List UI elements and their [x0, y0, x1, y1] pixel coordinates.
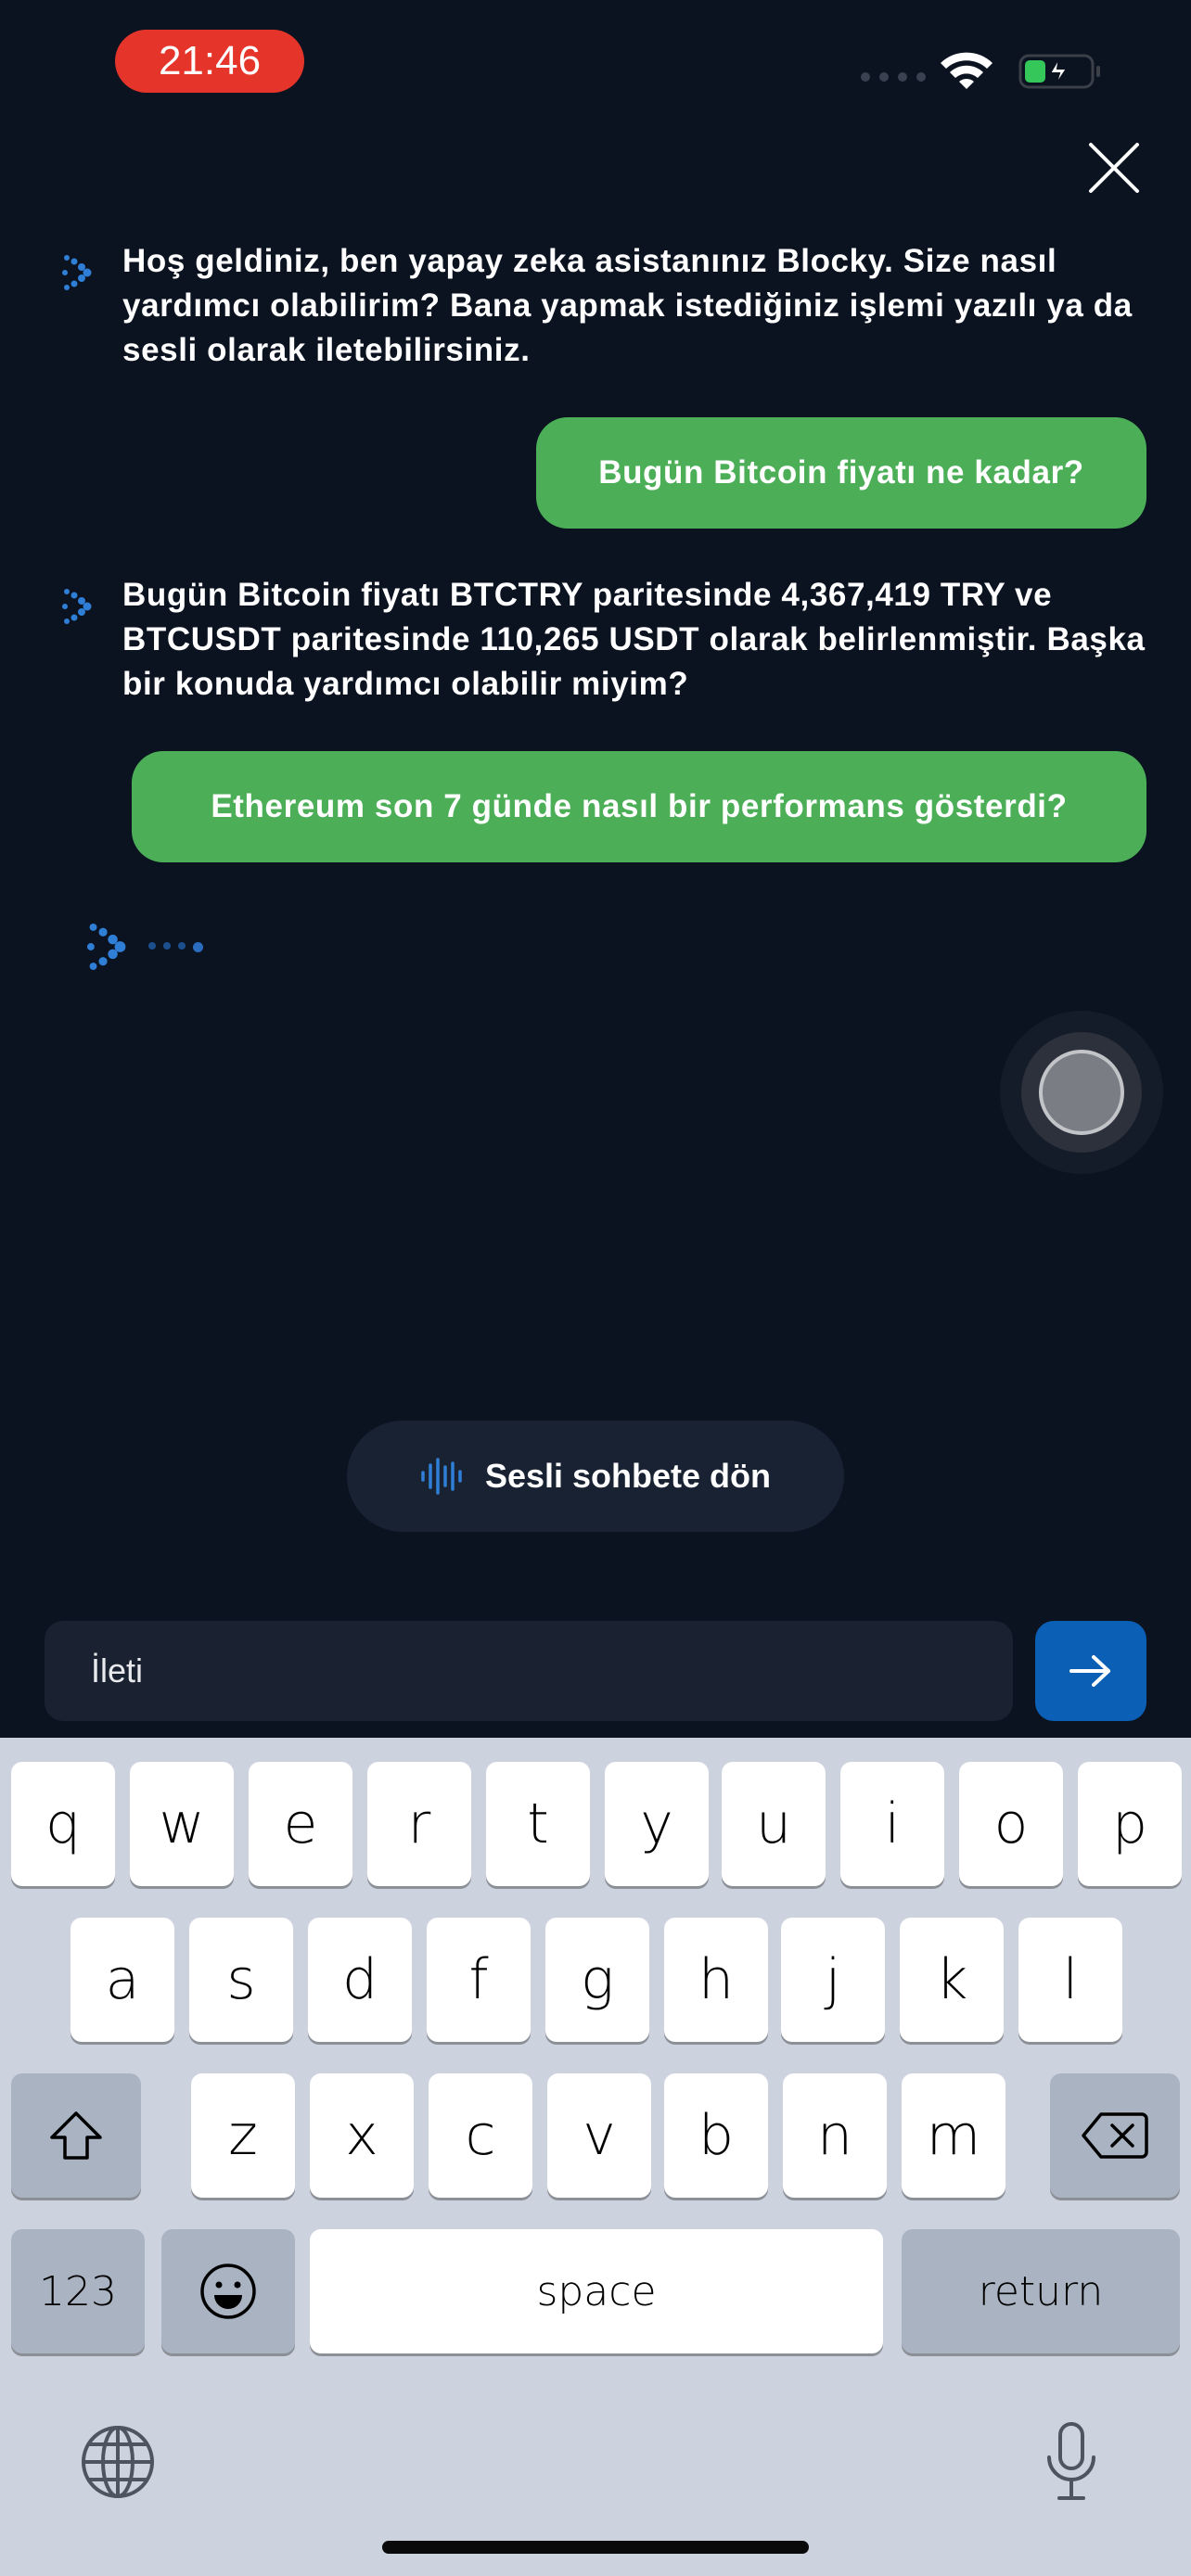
key-t[interactable]: t	[486, 1762, 590, 1886]
user-message-bubble: Bugün Bitcoin fiyatı ne kadar?	[536, 417, 1146, 529]
key-s[interactable]: s	[189, 1918, 293, 2042]
message-input-container[interactable]	[45, 1621, 1013, 1721]
return-key[interactable]: return	[902, 2229, 1180, 2353]
battery-icon	[1018, 54, 1100, 89]
sound-wave-icon	[421, 1458, 462, 1495]
key-l[interactable]: l	[1018, 1918, 1122, 2042]
cellular-signal-icon	[861, 72, 926, 82]
key-g[interactable]: g	[545, 1918, 649, 2042]
key-j[interactable]: j	[781, 1918, 885, 2042]
key-q[interactable]: q	[11, 1762, 115, 1886]
space-key[interactable]: space	[310, 2229, 883, 2353]
numbers-key[interactable]: 123	[11, 2229, 145, 2353]
arrow-right-icon	[1069, 1655, 1110, 1687]
send-button[interactable]	[1035, 1621, 1146, 1721]
microphone-icon[interactable]	[1044, 2420, 1098, 2504]
key-k[interactable]: k	[900, 1918, 1004, 2042]
key-w[interactable]: w	[130, 1762, 234, 1886]
shift-icon	[50, 2111, 102, 2160]
voice-chat-button[interactable]: Sesli sohbete dön	[347, 1421, 844, 1532]
bot-message: Bugün Bitcoin fiyatı BTCTRY paritesinde …	[122, 577, 1146, 702]
emoji-key[interactable]	[161, 2229, 295, 2353]
shift-key[interactable]	[11, 2073, 141, 2198]
key-h[interactable]: h	[664, 1918, 768, 2042]
key-f[interactable]: f	[427, 1918, 531, 2042]
user-message-bubble: Ethereum son 7 günde nasıl bir performan…	[132, 751, 1146, 862]
key-u[interactable]: u	[722, 1762, 826, 1886]
key-c[interactable]: c	[429, 2073, 532, 2198]
emoji-icon	[200, 2264, 256, 2319]
backspace-key[interactable]	[1050, 2073, 1180, 2198]
key-d[interactable]: d	[308, 1918, 412, 2042]
status-time: 21:46	[115, 30, 304, 93]
key-m[interactable]: m	[902, 2073, 1005, 2198]
key-v[interactable]: v	[547, 2073, 651, 2198]
voice-chat-label: Sesli sohbete dön	[484, 1457, 772, 1495]
message-input[interactable]	[89, 1651, 1013, 1691]
key-n[interactable]: n	[783, 2073, 887, 2198]
blocky-logo-icon	[62, 589, 92, 624]
globe-icon[interactable]	[80, 2424, 156, 2500]
assistive-touch-button[interactable]	[1000, 1011, 1163, 1174]
key-e[interactable]: e	[249, 1762, 352, 1886]
backspace-icon	[1082, 2112, 1148, 2159]
key-z[interactable]: z	[191, 2073, 295, 2198]
blocky-logo-icon	[62, 255, 92, 290]
keyboard: q w e r t y u i o p a s d f g h j k l z …	[0, 1738, 1191, 2576]
key-y[interactable]: y	[605, 1762, 709, 1886]
typing-dots	[148, 941, 203, 952]
key-a[interactable]: a	[70, 1918, 174, 2042]
blocky-logo-icon	[86, 924, 126, 970]
key-x[interactable]: x	[310, 2073, 414, 2198]
key-r[interactable]: r	[367, 1762, 471, 1886]
key-b[interactable]: b	[664, 2073, 768, 2198]
key-i[interactable]: i	[840, 1762, 944, 1886]
wifi-icon	[941, 52, 992, 89]
home-indicator[interactable]	[382, 2541, 809, 2554]
typing-indicator	[83, 920, 203, 974]
key-p[interactable]: p	[1078, 1762, 1182, 1886]
key-o[interactable]: o	[959, 1762, 1063, 1886]
bot-message: Hoş geldiniz, ben yapay zeka asistanınız…	[122, 243, 1133, 368]
close-icon[interactable]	[1083, 137, 1145, 198]
